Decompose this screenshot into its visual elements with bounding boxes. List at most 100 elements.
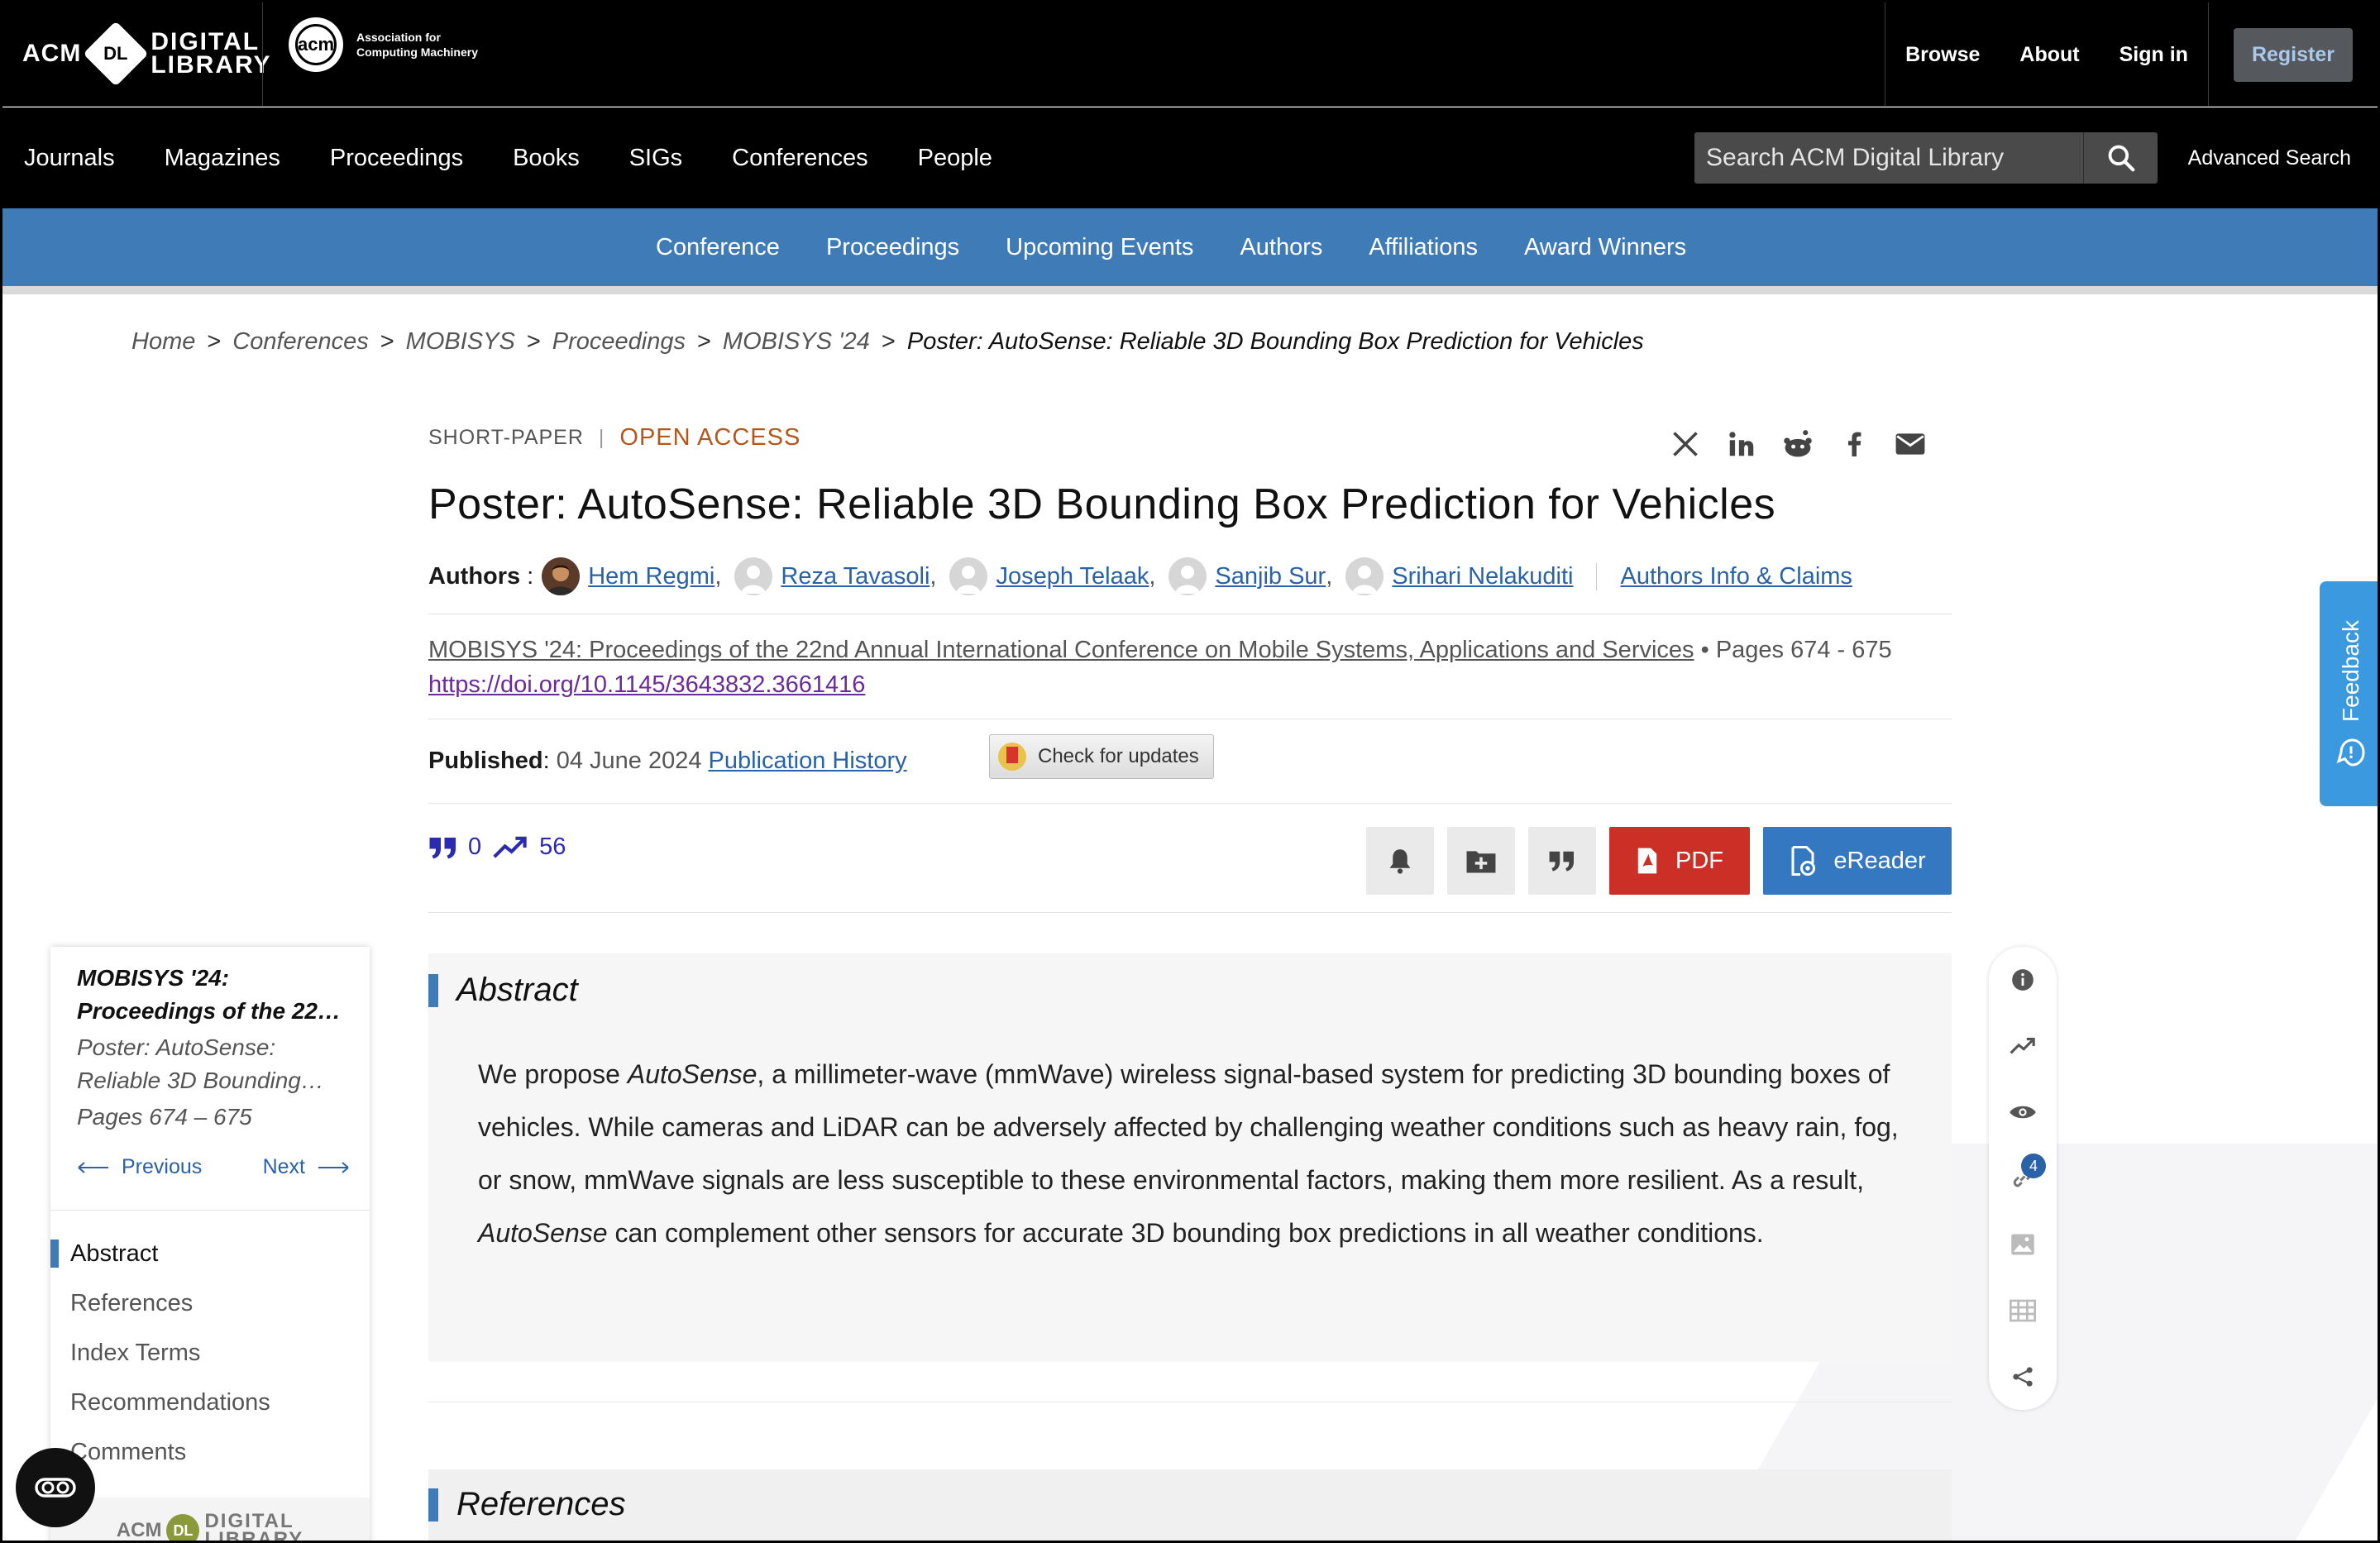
ereader-button[interactable]: eReader <box>1763 827 1952 895</box>
type-divider: | <box>598 426 605 449</box>
conf-nav-authors[interactable]: Authors <box>1240 234 1322 261</box>
acm-dl-logo[interactable]: ACM DL DIGITAL LIBRARY <box>22 21 272 87</box>
footer-logo-library: LIBRARY <box>204 1528 304 1543</box>
download-count[interactable]: 56 <box>539 834 566 861</box>
publication-history-link[interactable]: Publication History <box>708 748 906 775</box>
article-title: Poster: AutoSense: Reliable 3D Bounding … <box>428 480 1776 528</box>
rail-views[interactable] <box>2006 1096 2039 1129</box>
citation-count[interactable]: 0 <box>468 834 481 861</box>
sidebar-nav-references[interactable]: References <box>50 1284 370 1334</box>
rail-share[interactable] <box>2006 1360 2039 1393</box>
table-icon <box>2010 1299 2036 1322</box>
rail-figures[interactable] <box>2006 1228 2039 1261</box>
conf-nav-conference[interactable]: Conference <box>656 234 780 261</box>
x-twitter-icon[interactable] <box>1669 428 1702 461</box>
sign-in-link[interactable]: Sign in <box>2100 2 2208 107</box>
author-comma: , <box>930 562 937 590</box>
previous-link[interactable]: Previous <box>77 1155 202 1179</box>
breadcrumb: Home > Conferences > MOBISYS > Proceedin… <box>131 328 1644 356</box>
proceedings-link[interactable]: MOBISYS '24: Proceedings of the 22nd Ann… <box>428 637 1694 663</box>
reddit-icon[interactable] <box>1781 428 1814 461</box>
rail-links[interactable]: 4 <box>2006 1154 2046 1195</box>
cite-button[interactable] <box>1528 827 1596 895</box>
breadcrumb-mobisys-24[interactable]: MOBISYS '24 <box>723 328 870 356</box>
nav-sigs[interactable]: SIGs <box>629 145 682 172</box>
rail-tables[interactable] <box>2006 1294 2039 1327</box>
rail-metrics[interactable] <box>2006 1029 2039 1063</box>
conf-nav-affiliations[interactable]: Affiliations <box>1369 234 1478 261</box>
email-icon[interactable] <box>1894 428 1927 461</box>
conf-nav-proceedings[interactable]: Proceedings <box>826 234 959 261</box>
next-label: Next <box>262 1155 305 1178</box>
conference-nav: Conference Proceedings Upcoming Events A… <box>2 208 2378 294</box>
advanced-search-link[interactable]: Advanced Search <box>2188 107 2351 208</box>
conf-nav-award-winners[interactable]: Award Winners <box>1524 234 1686 261</box>
facebook-icon[interactable] <box>1838 428 1871 461</box>
page-range: Pages 674 - 675 <box>1715 637 1892 663</box>
pdf-button[interactable]: PDF <box>1609 827 1750 895</box>
author-link-sanjib-sur[interactable]: Sanjib Sur <box>1215 563 1326 590</box>
author-link-reza-tavasoli[interactable]: Reza Tavasoli <box>781 563 930 590</box>
nav-people[interactable]: People <box>918 145 992 172</box>
conf-nav-upcoming-events[interactable]: Upcoming Events <box>1006 234 1193 261</box>
eye-icon <box>2010 1106 2036 1119</box>
check-for-updates-button[interactable]: Check for updates <box>989 734 1214 779</box>
breadcrumb-separator: > <box>696 328 711 355</box>
author-link-joseph-telaak[interactable]: Joseph Telaak <box>996 563 1149 590</box>
abstract-title: Abstract <box>456 972 578 1008</box>
metrics: 0 56 <box>428 834 566 861</box>
browse-link[interactable]: Browse <box>1885 2 2000 107</box>
acm-logo[interactable]: acm Association for Computing Machinery <box>289 17 478 72</box>
abstract-text-part: can complement other sensors for accurat… <box>607 1218 1764 1248</box>
logo-dl-text: DIGITAL LIBRARY <box>151 30 271 78</box>
authors-row: Authors: Hem Regmi, Reza Tavasoli, Josep… <box>428 557 1952 614</box>
nav-books[interactable]: Books <box>513 145 580 172</box>
sidebar-nav-index-terms[interactable]: Index Terms <box>50 1334 370 1383</box>
search-button[interactable] <box>2083 132 2158 184</box>
acm-badge-text: acm <box>295 24 337 65</box>
folder-plus-icon <box>1466 851 1496 873</box>
share-icons <box>1669 428 1927 461</box>
bell-icon <box>1389 849 1411 874</box>
sidebar-nav-abstract[interactable]: Abstract <box>50 1235 370 1284</box>
breadcrumb-conferences[interactable]: Conferences <box>232 328 368 356</box>
section-marker <box>428 1488 438 1522</box>
author-link-srihari-nelakuditi[interactable]: Srihari Nelakuditi <box>1392 563 1573 590</box>
linkedin-icon[interactable] <box>1725 428 1758 461</box>
share-icon <box>2013 1367 2033 1387</box>
add-to-binder-button[interactable] <box>1447 827 1515 895</box>
next-link[interactable]: Next <box>263 1155 350 1179</box>
search-input[interactable] <box>1694 132 2083 184</box>
register-button[interactable]: Register <box>2233 27 2353 82</box>
nav-conferences[interactable]: Conferences <box>732 145 867 172</box>
abstract-text: We propose AutoSense, a millimeter-wave … <box>478 1048 1917 1259</box>
sidebar-nav-comments[interactable]: Comments <box>50 1433 370 1483</box>
feedback-tab[interactable]: Feedback <box>2320 581 2378 806</box>
nav-journals[interactable]: Journals <box>24 145 115 172</box>
sidebar-proceedings-title[interactable]: MOBISYS '24: Proceedings of the 22n… <box>77 962 350 1028</box>
breadcrumb-mobisys[interactable]: MOBISYS <box>406 328 515 356</box>
breadcrumb-proceedings[interactable]: Proceedings <box>552 328 686 356</box>
about-link[interactable]: About <box>2000 2 2099 107</box>
published-date: 04 June 2024 <box>556 748 702 774</box>
doi-link[interactable]: https://doi.org/10.1145/3643832.3661416 <box>428 671 865 698</box>
authors-info-claims-link[interactable]: Authors Info & Claims <box>1596 562 1852 590</box>
author-comma: , <box>714 562 722 590</box>
breadcrumb-home[interactable]: Home <box>131 328 195 356</box>
nav-magazines[interactable]: Magazines <box>165 145 280 172</box>
author-link-hem-regmi[interactable]: Hem Regmi <box>588 563 714 590</box>
rail-information[interactable] <box>2006 963 2039 996</box>
metrics-row: 0 56 PDF eReader <box>428 804 1952 913</box>
alert-button[interactable] <box>1366 827 1434 895</box>
acm-assoc-text: Association for Computing Machinery <box>356 30 478 60</box>
cookie-preferences-button[interactable] <box>16 1448 95 1527</box>
nav-items: Journals Magazines Proceedings Books SIG… <box>24 107 992 208</box>
published-label: Published <box>428 748 543 774</box>
author-avatar-placeholder-icon <box>1345 557 1384 595</box>
sidebar-prev-next: Previous Next <box>77 1155 350 1179</box>
image-icon <box>2011 1234 2034 1255</box>
sidebar-nav-recommendations[interactable]: Recommendations <box>50 1383 370 1433</box>
breadcrumb-separator: > <box>881 328 896 355</box>
nav-proceedings[interactable]: Proceedings <box>330 145 463 172</box>
sidebar-footer-logo: ACM DL DIGITAL LIBRARY <box>50 1498 370 1543</box>
